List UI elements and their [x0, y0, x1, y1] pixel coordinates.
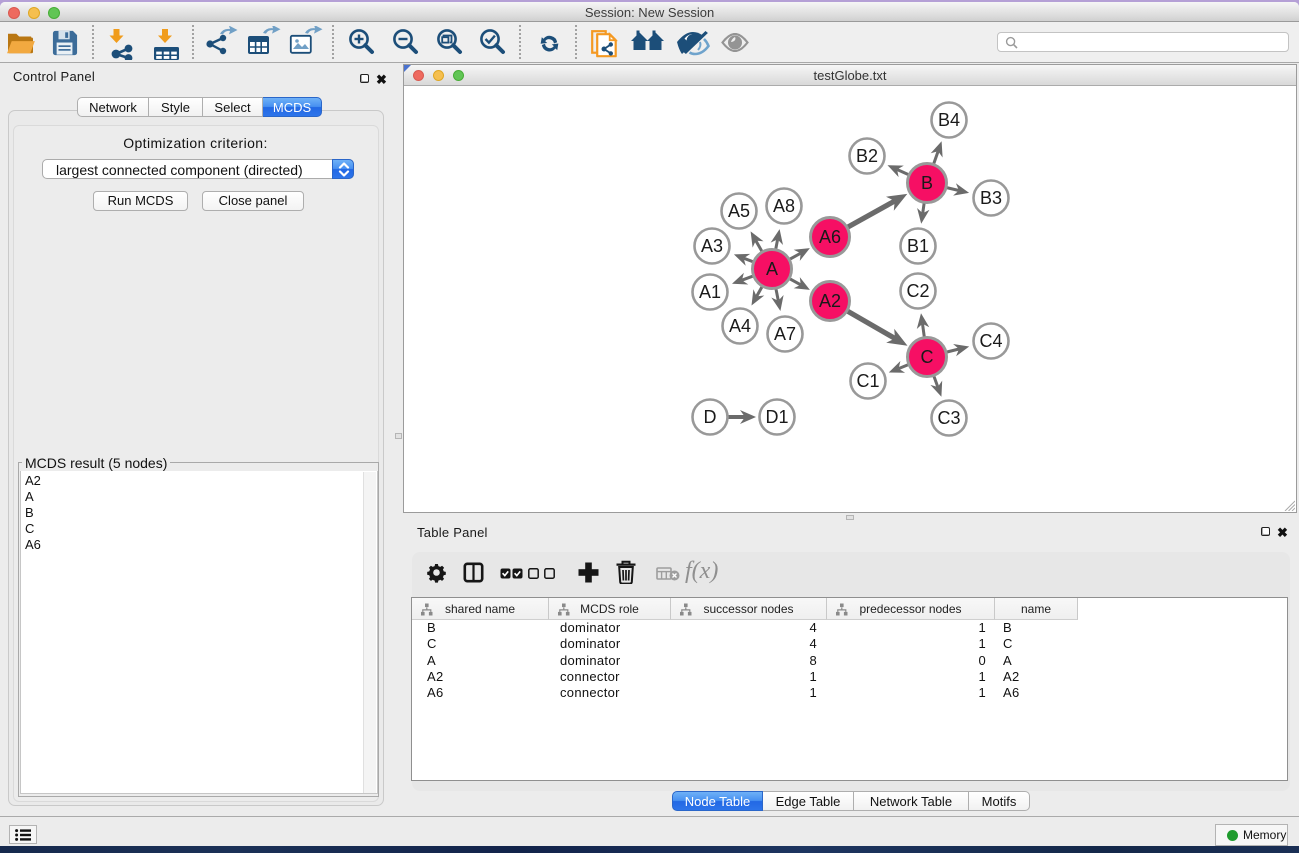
- svg-text:D1: D1: [765, 407, 788, 427]
- svg-text:A8: A8: [773, 196, 795, 216]
- svg-text:D: D: [704, 407, 717, 427]
- svg-text:A: A: [766, 259, 778, 279]
- svg-text:A4: A4: [729, 316, 751, 336]
- svg-text:A7: A7: [774, 324, 796, 344]
- svg-text:C2: C2: [906, 281, 929, 301]
- svg-text:B2: B2: [856, 146, 878, 166]
- svg-text:C3: C3: [937, 408, 960, 428]
- svg-text:B: B: [921, 173, 933, 193]
- svg-text:B3: B3: [980, 188, 1002, 208]
- svg-text:C4: C4: [979, 331, 1002, 351]
- svg-text:B4: B4: [938, 110, 960, 130]
- svg-text:A2: A2: [819, 291, 841, 311]
- svg-text:C1: C1: [856, 371, 879, 391]
- svg-text:A3: A3: [701, 236, 723, 256]
- svg-text:A6: A6: [819, 227, 841, 247]
- svg-text:C: C: [921, 347, 934, 367]
- svg-text:A5: A5: [728, 201, 750, 221]
- svg-text:B1: B1: [907, 236, 929, 256]
- svg-text:A1: A1: [699, 282, 721, 302]
